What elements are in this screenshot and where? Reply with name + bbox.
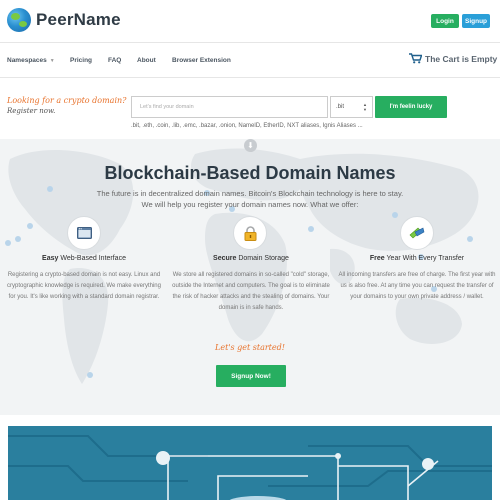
globe-logo-icon [7,8,31,32]
scroll-down-icon[interactable]: ⬇ [244,139,257,152]
feature-title-bold: Easy [42,255,59,262]
padlock-icon [233,216,267,250]
feature-title: Free Year With Every Transfer [337,255,497,262]
feature-description: Registering a crypto-based domain is not… [7,272,161,300]
hero-subtitle-line1: The future is in decentralized domain na… [96,189,404,198]
circuit-illustration [8,435,492,500]
nav-item-browser-extension[interactable]: Browser Extension [172,57,231,64]
feature-title-rest: Year With Every Transfer [384,255,465,262]
hero-subtitle-line2: We will help you register your domain na… [141,200,359,209]
select-arrows-icon: ▲ ▼ [363,102,367,112]
hero-subtitle: The future is in decentralized domain na… [60,188,440,210]
login-button[interactable]: Login [431,14,459,28]
feature-title: Easy Web-Based Interface [4,255,164,262]
nav-item-about[interactable]: About [137,57,156,64]
feeling-lucky-button[interactable]: I'm feelin lucky [375,96,447,118]
main-nav: Namespaces ▼ Pricing FAQ About Browser Ex… [0,42,500,78]
nav-item-pricing[interactable]: Pricing [70,57,92,64]
feature-title-bold: Free [369,255,385,262]
nav-item-label: Namespaces [7,57,47,64]
tld-selected-value: .bit [336,104,345,110]
transfer-arrows-icon [400,216,434,250]
feature-title: Secure Domain Storage [171,255,331,262]
feature-title-rest: Domain Storage [236,255,289,262]
nav-item-namespaces[interactable]: Namespaces ▼ [7,57,55,64]
nav-item-faq[interactable]: FAQ [108,57,121,64]
tagline-line1: Looking for a crypto domain? [7,96,127,105]
feature-title-bold: Secure [213,255,237,262]
shopping-cart-icon [409,53,422,64]
cart-status: The Cart is Empty [425,53,498,64]
browser-window-icon [67,216,101,250]
supported-tld-list: .bit, .eth, .coin, .lib, .emc, .bazar, .… [131,123,363,129]
signup-now-button[interactable]: Signup Now! [216,365,286,387]
feature-description: We store all registered domains in so-ca… [172,272,330,311]
site-header: PeerName Login Signup [0,0,500,42]
search-tagline: Looking for a crypto domain? Register no… [7,95,126,117]
get-started-text: Let's get started! [215,343,285,352]
domain-search-bar: Looking for a crypto domain? Register no… [0,79,500,139]
caret-down-icon: ▼ [49,58,55,64]
feature-title-rest: Web-Based Interface [58,255,126,262]
signup-button[interactable]: Signup [462,14,490,28]
tld-select[interactable]: .bit ▲ ▼ [330,96,373,118]
hero-title: Blockchain-Based Domain Names [104,163,396,183]
tagline-line2: Register now. [7,107,56,115]
logo[interactable]: PeerName [7,8,121,32]
feature-description: All incoming transfers are free of charg… [338,272,496,300]
cart[interactable]: The Cart is Empty [409,53,497,64]
logo-text: PeerName [36,10,121,29]
circuit-banner-image [8,426,492,500]
domain-search-input[interactable]: Let's find your domain [131,96,328,118]
